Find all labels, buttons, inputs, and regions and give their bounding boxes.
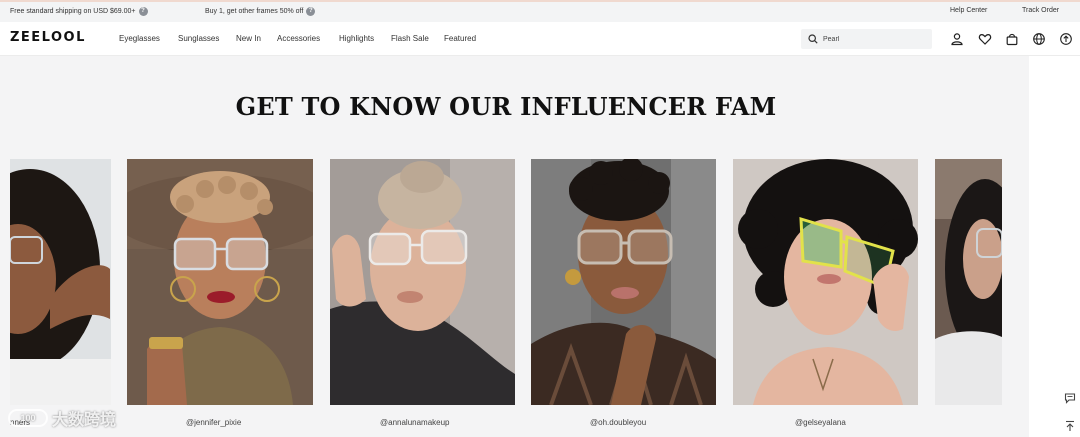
chat-button[interactable] xyxy=(1062,390,1078,406)
back-to-top-button[interactable] xyxy=(1062,418,1078,434)
influencer-card-oh-doubleyou[interactable] xyxy=(531,159,716,405)
nav-item-new-in[interactable]: New In xyxy=(236,34,261,43)
influencer-photo xyxy=(330,159,515,405)
influencer-card-jennifer-pixie[interactable] xyxy=(127,159,313,405)
back-to-top-icon xyxy=(1066,420,1074,431)
promo-offer-text: Buy 1, get other frames 50% off xyxy=(205,8,304,15)
globe-icon[interactable] xyxy=(1032,32,1046,46)
heart-icon[interactable] xyxy=(978,32,992,46)
influencer-handle[interactable]: @jennifer_pixie xyxy=(186,418,241,427)
help-center-link[interactable]: Help Center xyxy=(950,7,987,14)
user-icon[interactable] xyxy=(950,32,964,46)
influencer-handle[interactable]: @gelseyalana xyxy=(795,418,846,427)
influencer-handle[interactable]: @annalunamakeup xyxy=(380,418,450,427)
section-title: GET TO KNOW OUR INFLUENCER FAM xyxy=(235,92,777,121)
info-icon[interactable]: ? xyxy=(306,7,316,16)
influencer-photo xyxy=(531,159,716,405)
right-rail xyxy=(1029,56,1080,437)
influencer-card-partial-right[interactable] xyxy=(935,159,1002,405)
nav-item-highlights[interactable]: Highlights xyxy=(339,34,374,43)
promo-offer[interactable]: Buy 1, get other frames 50% off ? xyxy=(205,7,316,16)
nav-item-accessories[interactable]: Accessories xyxy=(277,34,320,43)
influencer-card-gelseyalana[interactable] xyxy=(733,159,918,405)
share-icon[interactable] xyxy=(1059,32,1073,46)
nav-item-sunglasses[interactable]: Sunglasses xyxy=(178,34,219,43)
influencer-handle[interactable]: @oh.doubleyou xyxy=(590,418,646,427)
chat-icon xyxy=(1064,393,1076,404)
bag-icon[interactable] xyxy=(1005,32,1019,46)
influencer-card-annalunamakeup[interactable] xyxy=(330,159,515,405)
influencer-photo xyxy=(935,159,1002,405)
influencer-photo xyxy=(733,159,918,405)
search-box[interactable] xyxy=(801,29,932,49)
watermark-text: 大数跨境 xyxy=(52,412,117,429)
search-input[interactable] xyxy=(823,32,923,46)
watermark: 100 大数跨境 xyxy=(8,406,116,430)
promo-shipping-text: Free standard shipping on USD $69.00+ xyxy=(10,8,136,15)
watermark-badge: 100 xyxy=(8,409,48,427)
influencer-card-partial-left[interactable] xyxy=(10,159,111,405)
info-icon[interactable]: ? xyxy=(138,7,148,16)
influencer-photo xyxy=(10,159,111,405)
brand-logo[interactable]: ZEELOOL xyxy=(10,30,86,45)
main-navbar: ZEELOOL Eyeglasses Sunglasses New In Acc… xyxy=(0,22,1080,56)
influencer-section: GET TO KNOW OUR INFLUENCER FAM nners @je… xyxy=(0,56,1029,437)
track-order-link[interactable]: Track Order xyxy=(1022,7,1059,14)
nav-item-flash-sale[interactable]: Flash Sale xyxy=(391,34,429,43)
nav-item-featured[interactable]: Featured xyxy=(444,34,476,43)
promo-shipping[interactable]: Free standard shipping on USD $69.00+ ? xyxy=(10,7,148,16)
promo-bar: Free standard shipping on USD $69.00+ ? … xyxy=(0,0,1080,22)
nav-item-eyeglasses[interactable]: Eyeglasses xyxy=(119,34,160,43)
search-icon[interactable] xyxy=(808,34,818,44)
influencer-photo xyxy=(127,159,313,405)
